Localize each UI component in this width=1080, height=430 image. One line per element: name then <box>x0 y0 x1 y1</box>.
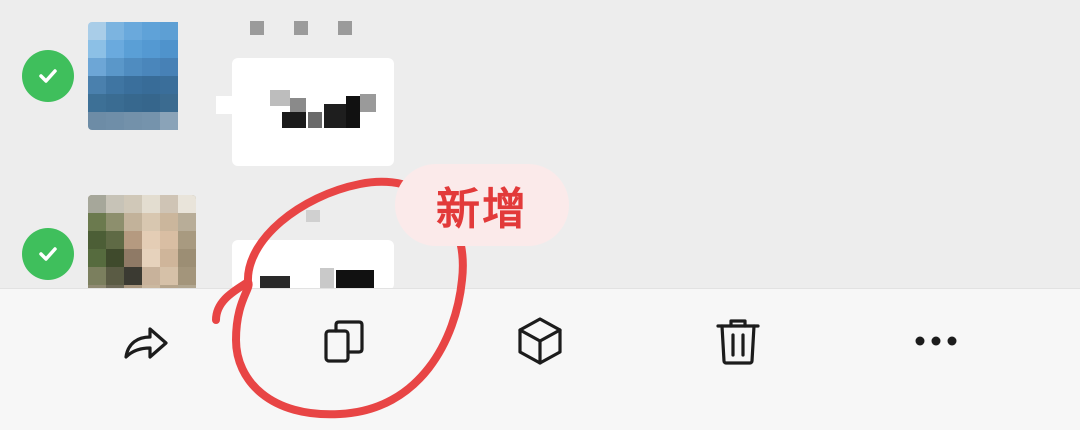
forward-button[interactable] <box>116 311 176 371</box>
copy-button[interactable] <box>314 311 374 371</box>
selected-check-icon[interactable] <box>22 50 74 102</box>
cube-icon <box>518 317 562 365</box>
copy-icon <box>324 320 364 363</box>
delete-button[interactable] <box>708 311 768 371</box>
sender-name <box>306 210 320 222</box>
bubble-tail <box>216 96 232 114</box>
message-bubble[interactable] <box>232 58 394 166</box>
message-row[interactable] <box>0 0 1080 180</box>
selected-check-icon[interactable] <box>22 228 74 280</box>
message-bubble[interactable] <box>232 240 394 290</box>
multi-select-toolbar <box>0 288 1080 430</box>
forward-icon <box>124 327 168 359</box>
avatar[interactable] <box>88 195 196 303</box>
new-badge: 新增 <box>395 164 569 246</box>
more-icon <box>915 336 957 346</box>
chat-message-list <box>0 0 1080 303</box>
avatar[interactable] <box>88 22 196 130</box>
trash-icon <box>716 319 760 365</box>
more-button[interactable] <box>906 311 966 371</box>
sender-name <box>250 20 382 39</box>
favorite-button[interactable] <box>510 311 570 371</box>
